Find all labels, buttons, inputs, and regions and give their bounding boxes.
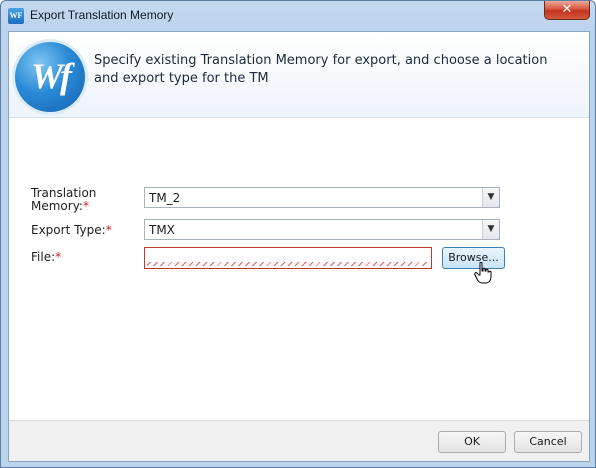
dialog-window: WF Export Translation Memory ✕ Wf Specif… [0, 0, 596, 468]
translation-memory-label: Translation Memory:* [31, 187, 116, 213]
validation-squiggle [147, 262, 429, 266]
chevron-down-icon[interactable]: ▼ [482, 188, 499, 207]
translation-memory-value: TM_2 [149, 191, 181, 205]
export-type-label-text: Export Type: [31, 223, 106, 237]
dialog-footer: OK Cancel [9, 420, 589, 461]
close-button[interactable]: ✕ [544, 1, 590, 20]
required-mark: * [55, 250, 62, 264]
export-type-value: TMX [149, 223, 175, 237]
file-label: File:* [31, 251, 61, 264]
ok-button[interactable]: OK [438, 431, 506, 453]
required-mark: * [82, 199, 89, 213]
close-icon: ✕ [561, 2, 573, 17]
export-type-label: Export Type:* [31, 224, 112, 237]
hand-pointer-icon [474, 262, 492, 284]
app-icon: WF [8, 8, 24, 24]
translation-memory-select[interactable]: TM_2 ▼ [144, 187, 500, 208]
dialog-content: Wf Specify existing Translation Memory f… [8, 31, 590, 462]
file-path-input[interactable] [144, 247, 432, 269]
required-mark: * [105, 223, 112, 237]
header-description: Specify existing Translation Memory for … [94, 53, 548, 86]
file-label-text: File: [31, 250, 56, 264]
cancel-button[interactable]: Cancel [514, 431, 582, 453]
wordfast-logo: Wf [15, 42, 85, 112]
dialog-header: Wf Specify existing Translation Memory f… [9, 32, 589, 118]
title-bar[interactable]: WF Export Translation Memory ✕ [1, 1, 595, 31]
export-type-select[interactable]: TMX ▼ [144, 219, 500, 240]
chevron-down-icon[interactable]: ▼ [482, 220, 499, 239]
window-title: Export Translation Memory [30, 8, 174, 22]
